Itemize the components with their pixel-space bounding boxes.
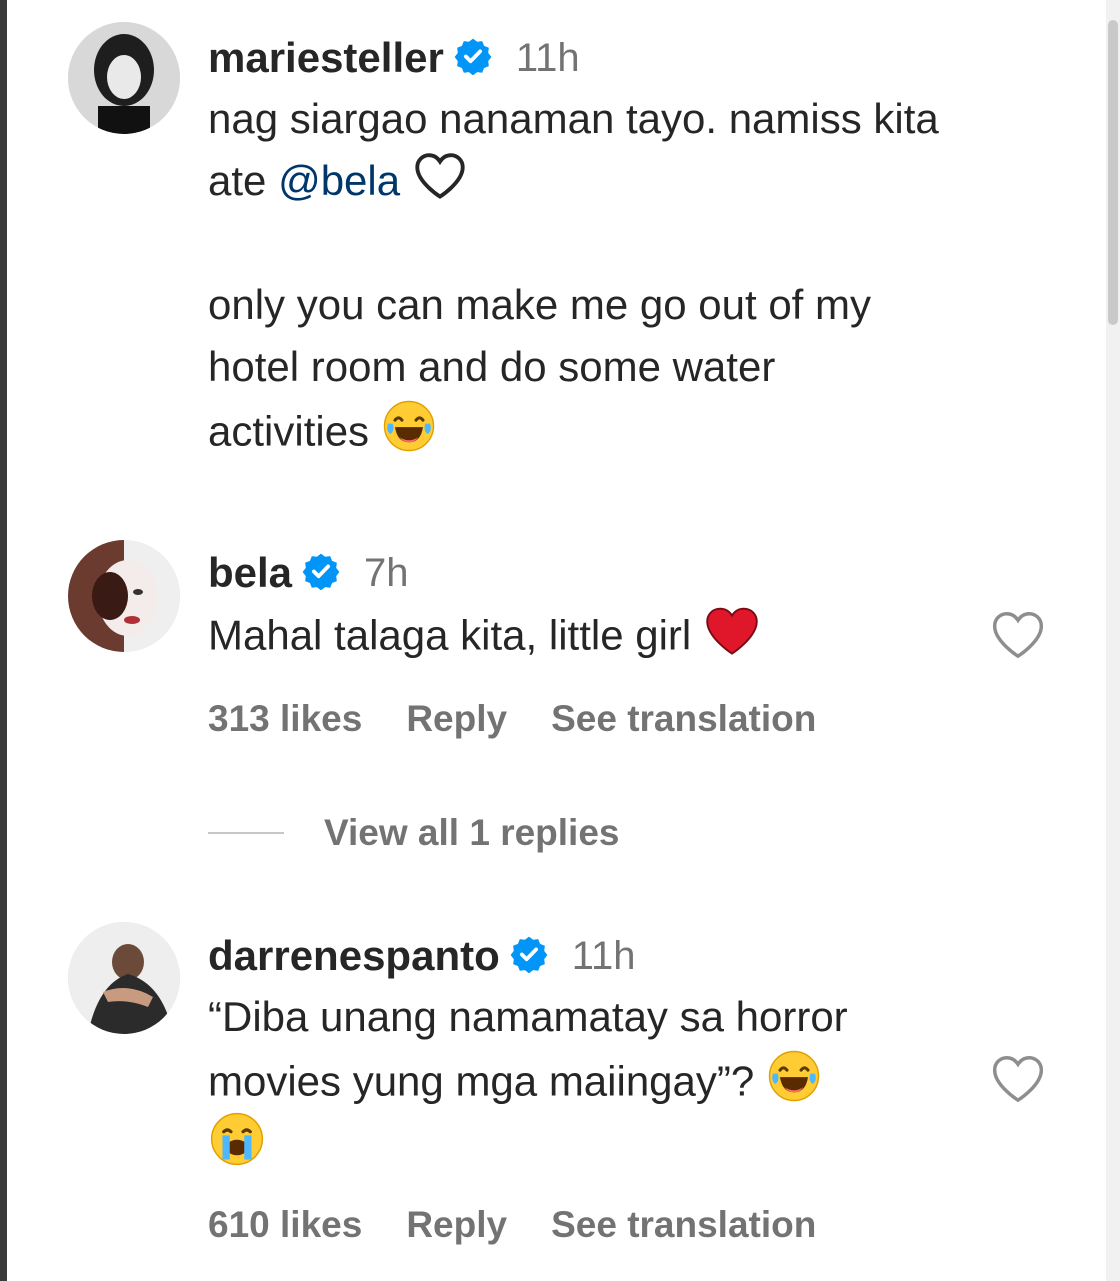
timestamp[interactable]: 11h — [572, 934, 636, 979]
username[interactable]: mariesteller — [208, 34, 444, 82]
reply-button[interactable]: Reply — [406, 1204, 507, 1246]
comment-text-line: “Diba unang namamatay sa horror — [208, 993, 848, 1040]
comment-header: mariesteller 11h — [208, 30, 580, 86]
laughing-tears-emoji — [381, 398, 437, 471]
avatar-bela[interactable] — [68, 540, 180, 652]
comment-actions: 610 likes Reply See translation — [208, 1204, 860, 1246]
comment-text-line: nag siargao nanaman tayo. namiss kita — [208, 95, 939, 142]
timestamp[interactable]: 7h — [364, 551, 409, 596]
view-replies-label[interactable]: View all 1 replies — [324, 812, 620, 854]
mention-link[interactable]: @bela — [278, 157, 400, 204]
timestamp[interactable]: 11h — [516, 36, 580, 81]
comment-text-line — [208, 1110, 266, 1185]
scrollbar[interactable] — [1106, 0, 1120, 1281]
avatar-mariesteller[interactable] — [68, 22, 180, 134]
replies-divider — [208, 832, 284, 834]
laughing-tears-emoji — [766, 1048, 822, 1121]
comment-text: activities — [208, 407, 370, 455]
verified-badge-icon — [454, 37, 492, 80]
scrollbar-thumb[interactable] — [1108, 20, 1118, 325]
see-translation-button[interactable]: See translation — [551, 1204, 816, 1246]
comment-text-line: movies yung mga maiingay”? — [208, 1048, 822, 1121]
username[interactable]: darrenespanto — [208, 932, 500, 980]
red-heart-icon — [703, 604, 761, 673]
verified-badge-icon — [510, 935, 548, 978]
likes-count[interactable]: 313 likes — [208, 698, 362, 740]
comment-header: bela 7h — [208, 545, 409, 601]
window-left-edge — [0, 0, 7, 1281]
crying-emoji — [208, 1110, 266, 1185]
comment-text-line: hotel room and do some water — [208, 343, 776, 390]
verified-badge-icon — [302, 552, 340, 595]
comment-text-line: ate @bela — [208, 150, 468, 217]
reply-button[interactable]: Reply — [406, 698, 507, 740]
comment-text-line: only you can make me go out of my — [208, 281, 871, 328]
see-translation-button[interactable]: See translation — [551, 698, 816, 740]
username[interactable]: bela — [208, 549, 292, 597]
avatar-darrenespanto[interactable] — [68, 922, 180, 1034]
comment-actions: 313 likes Reply See translation — [208, 698, 860, 740]
comment-text-line: activities — [208, 398, 437, 471]
comment-text: ate — [208, 157, 267, 204]
like-heart-outline-icon[interactable] — [990, 1052, 1046, 1108]
comment-text: movies yung mga maiingay”? — [208, 1057, 755, 1105]
white-heart-icon — [412, 150, 468, 217]
comment-text-line: Mahal talaga kita, little girl — [208, 604, 761, 673]
view-replies[interactable]: View all 1 replies — [208, 812, 620, 854]
comment-text: Mahal talaga kita, little girl — [208, 611, 692, 659]
comment-header: darrenespanto 11h — [208, 928, 636, 984]
like-heart-outline-icon[interactable] — [990, 608, 1046, 664]
likes-count[interactable]: 610 likes — [208, 1204, 362, 1246]
